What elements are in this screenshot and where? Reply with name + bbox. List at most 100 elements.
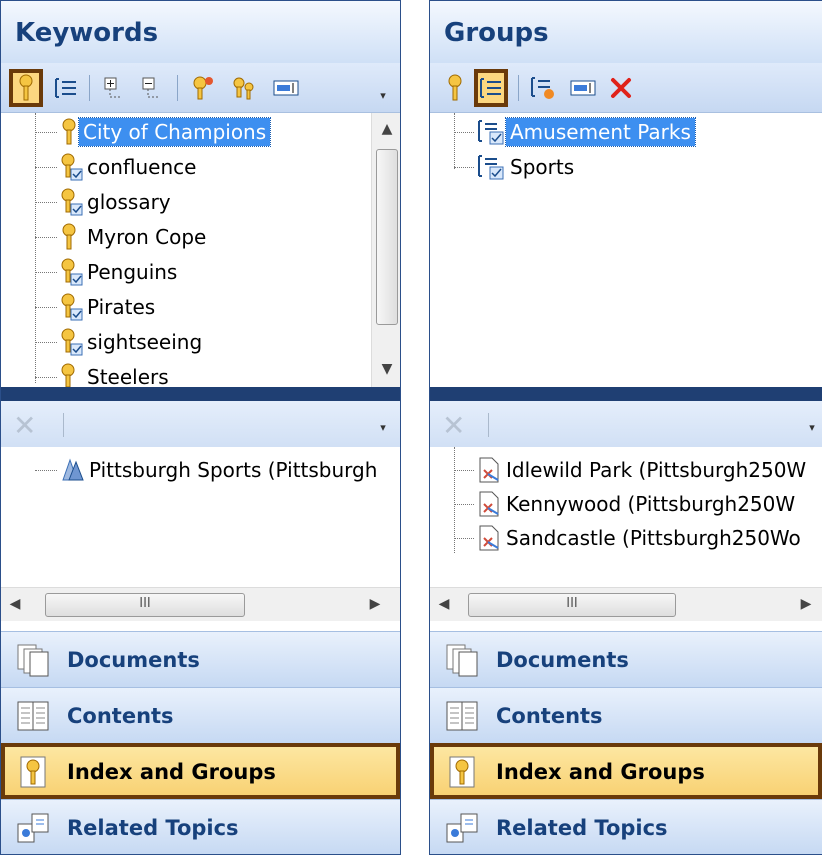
tree-item[interactable]: Penguins — [35, 255, 181, 289]
group-list-icon — [480, 78, 501, 98]
tree-item[interactable]: Steelers — [35, 360, 173, 387]
delete-group-button[interactable] — [604, 69, 638, 107]
key-icon — [15, 754, 51, 790]
group-list-icon — [55, 78, 76, 98]
panel-title: Keywords — [15, 18, 159, 48]
list-item[interactable]: Sandcastle (Pittsburgh250Wo — [454, 521, 805, 555]
tree-item[interactable]: City of Champions — [35, 115, 272, 149]
keywords-panel: Keywords ▾ City of Champions confluence … — [0, 0, 401, 855]
nav-related-topics-button[interactable]: Related Topics — [430, 799, 822, 854]
topic-icon — [62, 458, 84, 481]
groups-header: Groups — [430, 1, 822, 63]
topics-horizontal-scrollbar[interactable]: ◀ III ▶ — [430, 587, 822, 621]
expand-all-button[interactable] — [97, 69, 131, 107]
key-checked-icon — [61, 188, 83, 216]
topics-list: Pittsburgh Sports (Pittsburgh — [1, 447, 400, 587]
tree-item[interactable]: confluence — [35, 150, 200, 184]
keywords-toolbar: ▾ — [1, 63, 400, 113]
related-topics-icon — [15, 810, 51, 846]
groups-panel: Groups Amusement Parks Sports ✕ ▾ Idlewi… — [429, 0, 822, 855]
document-linked-icon — [479, 491, 499, 517]
key-icon — [448, 74, 462, 101]
key-checked-icon — [61, 328, 83, 356]
collapse-icon — [142, 77, 158, 98]
scroll-right-arrow-icon[interactable]: ▶ — [792, 592, 820, 616]
group-view-button[interactable] — [49, 69, 83, 107]
new-group-icon — [531, 77, 554, 99]
tree-item[interactable]: sightseeing — [35, 325, 206, 359]
nav-index-and-groups-button[interactable]: Index and Groups — [430, 743, 822, 799]
keyword-vertical-scrollbar[interactable]: ▲ ▼ — [371, 113, 400, 387]
new-group-button[interactable] — [526, 69, 560, 107]
key-checked-icon — [61, 363, 75, 387]
remove-icon[interactable]: ✕ — [13, 409, 36, 442]
key-icon — [62, 118, 76, 145]
nav-related-topics-button[interactable]: Related Topics — [1, 799, 400, 854]
topics-toolbar: ✕ ▾ — [1, 401, 400, 447]
remove-icon[interactable]: ✕ — [442, 409, 465, 442]
tree-item[interactable]: Amusement Parks — [454, 115, 696, 149]
toolbar-overflow-button[interactable]: ▾ — [377, 421, 389, 435]
key-checked-icon — [61, 153, 83, 181]
keyword-properties-button[interactable] — [227, 69, 261, 107]
collapse-all-button[interactable] — [135, 69, 169, 107]
expand-icon — [104, 77, 120, 98]
scroll-thumb[interactable]: III — [468, 593, 676, 617]
topics-toolbar: ✕ ▾ — [430, 401, 822, 447]
group-checked-icon — [478, 120, 504, 145]
nav-contents-button[interactable]: Contents — [1, 687, 400, 743]
nav-documents-button[interactable]: Documents — [1, 631, 400, 687]
keyword-view-button[interactable] — [9, 69, 43, 107]
rename-keyword-button[interactable] — [269, 69, 303, 107]
document-linked-icon — [479, 525, 499, 551]
topics-horizontal-scrollbar[interactable]: ◀ III ▶ — [1, 587, 400, 621]
new-keyword-button[interactable] — [185, 69, 219, 107]
scroll-thumb[interactable]: III — [45, 593, 245, 617]
tree-item[interactable]: Pirates — [35, 290, 159, 324]
new-key-icon — [193, 76, 213, 100]
key-icon — [62, 223, 76, 250]
scroll-left-arrow-icon[interactable]: ◀ — [1, 592, 29, 616]
list-item[interactable]: Kennywood (Pittsburgh250W — [454, 487, 799, 521]
panel-splitter[interactable] — [1, 387, 400, 401]
nav-documents-button[interactable]: Documents — [430, 631, 822, 687]
tree-item[interactable]: Myron Cope — [35, 220, 210, 254]
scroll-right-arrow-icon[interactable]: ▶ — [361, 592, 389, 616]
toolbar-overflow-button[interactable]: ▾ — [377, 89, 389, 103]
scroll-thumb[interactable] — [376, 149, 398, 325]
key-icon — [444, 754, 480, 790]
group-checked-icon — [478, 155, 504, 180]
rename-icon — [273, 80, 299, 96]
list-item[interactable]: Idlewild Park (Pittsburgh250W — [454, 453, 810, 487]
nav-contents-button[interactable]: Contents — [430, 687, 822, 743]
group-view-button[interactable] — [474, 69, 508, 107]
list-item[interactable]: Pittsburgh Sports (Pittsburgh — [35, 453, 381, 487]
related-topics-icon — [444, 810, 480, 846]
tree-item[interactable]: glossary — [35, 185, 175, 219]
contents-book-icon — [15, 698, 51, 734]
keyword-tree: City of Champions confluence glossary My… — [1, 113, 400, 387]
scroll-left-arrow-icon[interactable]: ◀ — [430, 592, 458, 616]
topics-list: Idlewild Park (Pittsburgh250W Kennywood … — [430, 447, 822, 587]
keys-icon — [233, 77, 254, 100]
scroll-up-arrow-icon[interactable]: ▲ — [372, 117, 400, 141]
key-checked-icon — [61, 258, 83, 286]
nav-index-and-groups-button[interactable]: Index and Groups — [1, 743, 400, 799]
panel-title: Groups — [444, 18, 549, 48]
toolbar-overflow-button[interactable]: ▾ — [806, 421, 818, 435]
key-checked-icon — [61, 293, 83, 321]
tree-item[interactable]: Sports — [454, 150, 578, 184]
group-tree: Amusement Parks Sports — [430, 113, 822, 387]
scroll-down-arrow-icon[interactable]: ▼ — [372, 357, 400, 381]
contents-book-icon — [444, 698, 480, 734]
key-icon — [19, 74, 33, 101]
documents-icon — [444, 642, 480, 678]
documents-icon — [15, 642, 51, 678]
keyword-view-button[interactable] — [438, 69, 472, 107]
document-linked-icon — [479, 457, 499, 483]
delete-icon — [611, 78, 631, 98]
keywords-header: Keywords — [1, 1, 400, 63]
panel-splitter[interactable] — [430, 387, 822, 401]
rename-icon — [570, 80, 596, 96]
rename-group-button[interactable] — [566, 69, 600, 107]
